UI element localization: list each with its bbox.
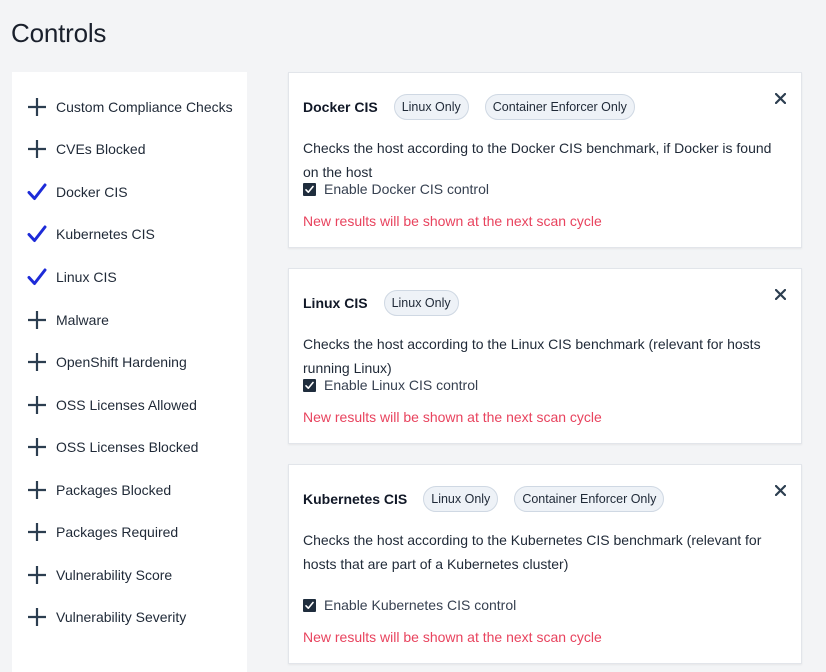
control-card-linux-cis: Linux CIS Linux Only Checks the host acc… bbox=[288, 268, 802, 444]
sidebar-item-oss-licenses-blocked[interactable]: OSS Licenses Blocked bbox=[26, 432, 198, 462]
sidebar-item-label: Vulnerability Severity bbox=[56, 609, 187, 625]
sidebar-item-label: Linux CIS bbox=[56, 269, 117, 285]
plus-icon bbox=[26, 479, 48, 501]
sidebar-item-linux-cis[interactable]: Linux CIS bbox=[26, 262, 117, 292]
sidebar-item-cves-blocked[interactable]: CVEs Blocked bbox=[26, 134, 145, 164]
close-button[interactable] bbox=[771, 287, 789, 305]
page-title: Controls bbox=[11, 18, 107, 48]
sidebar-item-docker-cis[interactable]: Docker CIS bbox=[26, 177, 128, 207]
plus-icon bbox=[26, 606, 48, 628]
sidebar-item-label: OSS Licenses Blocked bbox=[56, 439, 199, 455]
control-card-docker-cis: Docker CIS Linux Only Container Enforcer… bbox=[288, 72, 802, 248]
enable-control-checkbox[interactable]: Enable Kubernetes CIS control bbox=[303, 595, 516, 615]
sidebar-item-malware[interactable]: Malware bbox=[26, 305, 109, 335]
sidebar-item-openshift-hardening[interactable]: OpenShift Hardening bbox=[26, 347, 187, 377]
badge-linux-only: Linux Only bbox=[423, 486, 499, 512]
sidebar-item-vulnerability-severity[interactable]: Vulnerability Severity bbox=[26, 602, 186, 632]
sidebar-item-vulnerability-score[interactable]: Vulnerability Score bbox=[26, 560, 172, 590]
scan-cycle-notice: New results will be shown at the next sc… bbox=[303, 213, 602, 229]
sidebar-item-kubernetes-cis[interactable]: Kubernetes CIS bbox=[26, 219, 155, 249]
plus-icon bbox=[26, 138, 48, 160]
checkbox-label: Enable Kubernetes CIS control bbox=[324, 597, 517, 613]
sidebar-item-label: Vulnerability Score bbox=[56, 567, 173, 583]
control-card-kubernetes-cis: Kubernetes CIS Linux Only Container Enfo… bbox=[288, 464, 802, 664]
enable-control-checkbox[interactable]: Enable Docker CIS control bbox=[303, 179, 489, 199]
close-icon bbox=[774, 483, 786, 501]
checkbox-checked-icon bbox=[303, 378, 316, 392]
badge-container-enforcer-only: Container Enforcer Only bbox=[484, 94, 635, 120]
checkmark-icon bbox=[26, 181, 48, 203]
plus-icon bbox=[26, 309, 48, 331]
scan-cycle-notice: New results will be shown at the next sc… bbox=[303, 629, 602, 645]
badge-linux-only: Linux Only bbox=[383, 290, 459, 316]
sidebar-item-custom-compliance-checks[interactable]: Custom Compliance Checks bbox=[26, 92, 233, 122]
checkmark-icon bbox=[26, 223, 48, 245]
plus-icon bbox=[26, 96, 48, 118]
sidebar-item-label: Docker CIS bbox=[56, 184, 128, 200]
sidebar-item-oss-licenses-allowed[interactable]: OSS Licenses Allowed bbox=[26, 390, 197, 420]
sidebar-item-packages-required[interactable]: Packages Required bbox=[26, 517, 178, 547]
sidebar-item-label: OpenShift Hardening bbox=[56, 354, 187, 370]
close-button[interactable] bbox=[771, 483, 789, 501]
close-icon bbox=[774, 91, 786, 109]
sidebar-item-label: Packages Required bbox=[56, 524, 179, 540]
enable-control-checkbox[interactable]: Enable Linux CIS control bbox=[303, 375, 478, 395]
sidebar-item-label: Malware bbox=[56, 312, 109, 328]
plus-icon bbox=[26, 564, 48, 586]
plus-icon bbox=[26, 394, 48, 416]
sidebar-item-label: Custom Compliance Checks bbox=[56, 99, 233, 115]
sidebar-item-label: Kubernetes CIS bbox=[56, 226, 155, 242]
sidebar-item-label: OSS Licenses Allowed bbox=[56, 397, 197, 413]
sidebar-item-packages-blocked[interactable]: Packages Blocked bbox=[26, 475, 171, 505]
card-description: Checks the host according to the Kuberne… bbox=[303, 532, 762, 572]
plus-icon bbox=[26, 351, 48, 373]
checkbox-checked-icon bbox=[303, 598, 316, 612]
card-title: Docker CIS bbox=[303, 99, 378, 115]
card-title: Kubernetes CIS bbox=[303, 491, 408, 507]
badge-linux-only: Linux Only bbox=[393, 94, 469, 120]
badge-container-enforcer-only: Container Enforcer Only bbox=[514, 486, 665, 512]
sidebar-item-label: CVEs Blocked bbox=[56, 141, 146, 157]
plus-icon bbox=[26, 521, 48, 543]
card-description: Checks the host according to the Linux C… bbox=[303, 336, 761, 376]
checkbox-label: Enable Linux CIS control bbox=[324, 377, 479, 393]
close-icon bbox=[774, 287, 786, 305]
checkbox-checked-icon bbox=[303, 182, 316, 196]
checkmark-icon bbox=[26, 266, 48, 288]
sidebar-item-label: Packages Blocked bbox=[56, 482, 172, 498]
card-title: Linux CIS bbox=[303, 295, 368, 311]
card-description: Checks the host according to the Docker … bbox=[303, 140, 772, 180]
close-button[interactable] bbox=[771, 91, 789, 109]
checkbox-label: Enable Docker CIS control bbox=[324, 181, 489, 197]
controls-sidebar: Custom Compliance Checks CVEs Blocked Do… bbox=[12, 72, 247, 672]
plus-icon bbox=[26, 436, 48, 458]
scan-cycle-notice: New results will be shown at the next sc… bbox=[303, 409, 602, 425]
